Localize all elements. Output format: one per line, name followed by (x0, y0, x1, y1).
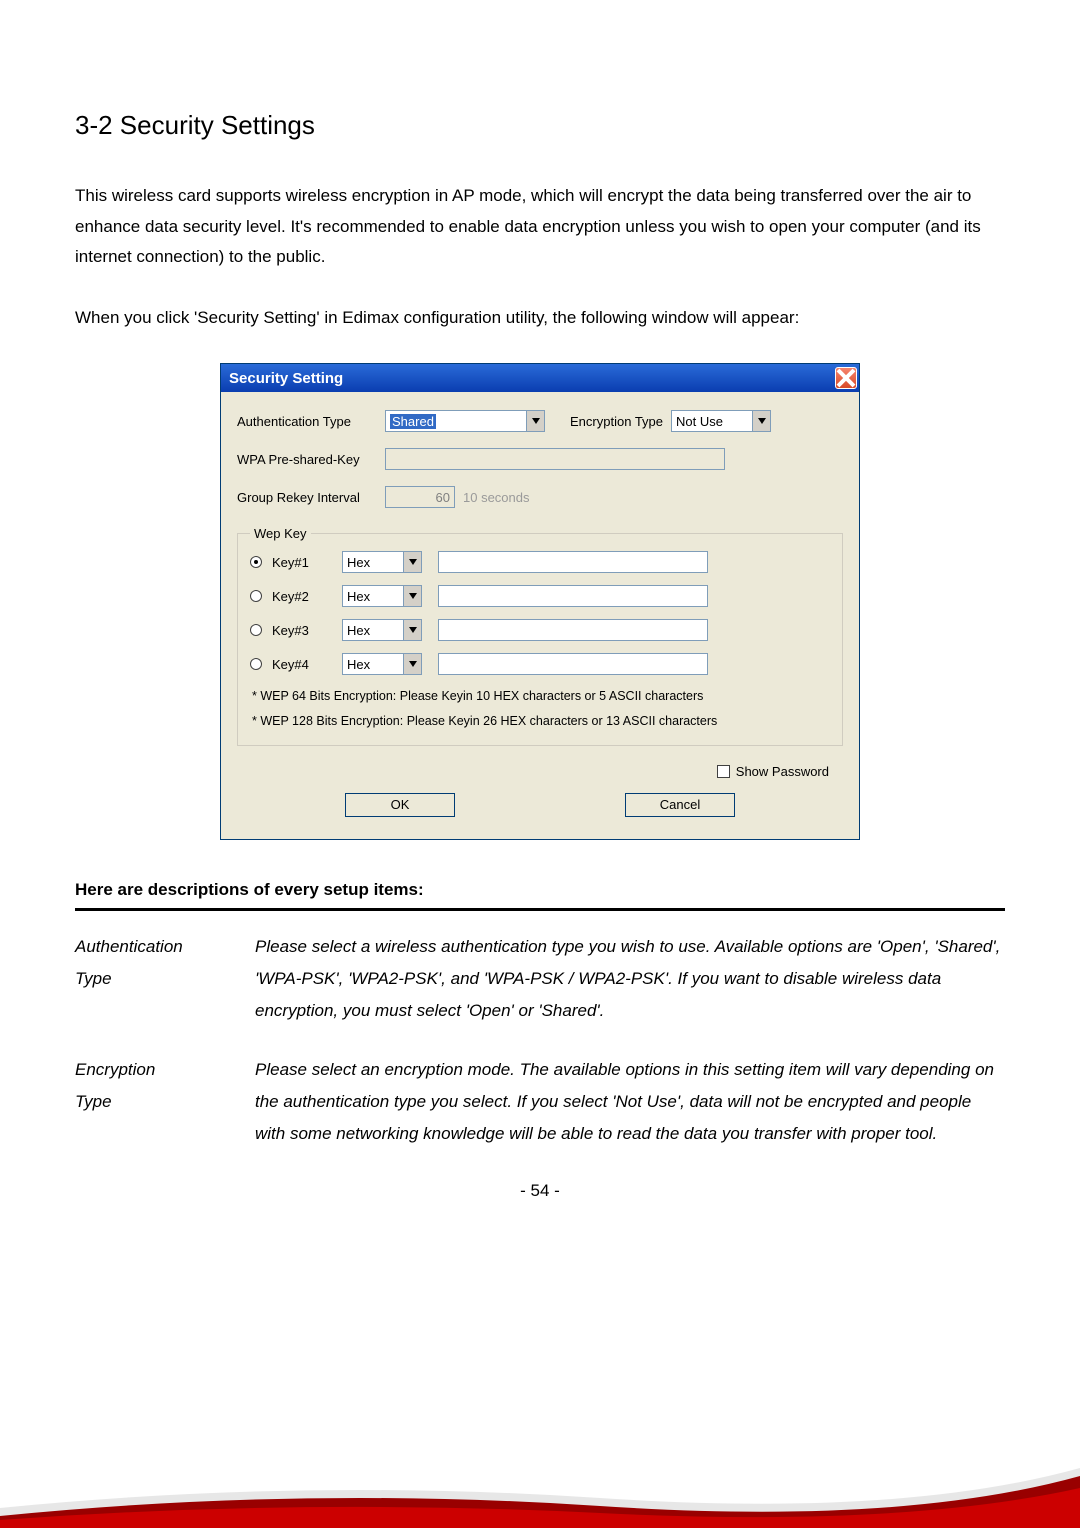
table-row: Authentication Type Please select a wire… (75, 925, 1005, 1034)
wep-row-1: Key#1 Hex (250, 551, 830, 573)
wpa-psk-input[interactable] (385, 448, 725, 470)
enc-type-value: Not Use (676, 414, 723, 429)
show-password-label: Show Password (736, 764, 829, 779)
security-setting-dialog: Security Setting Authentication Type Sha… (220, 363, 860, 840)
intro-paragraph-2: When you click 'Security Setting' in Edi… (75, 303, 1005, 334)
rekey-unit: 10 seconds (463, 490, 530, 505)
chevron-down-icon[interactable] (752, 411, 770, 431)
chevron-down-icon[interactable] (403, 586, 421, 606)
key3-label: Key#3 (272, 623, 332, 638)
auth-type-term-1: Authentication (75, 937, 183, 956)
enc-type-label: Encryption Type (553, 414, 663, 429)
enc-type-select[interactable]: Not Use (671, 410, 771, 432)
key3-format-value: Hex (347, 623, 370, 638)
chevron-down-icon[interactable] (403, 654, 421, 674)
wep-key-fieldset: Wep Key Key#1 Hex Key#2 (237, 526, 843, 746)
key4-input[interactable] (438, 653, 708, 675)
key4-format-value: Hex (347, 657, 370, 672)
key1-radio[interactable] (250, 556, 262, 568)
dialog-titlebar: Security Setting (221, 364, 859, 392)
wep-row-2: Key#2 Hex (250, 585, 830, 607)
key1-input[interactable] (438, 551, 708, 573)
wep-legend: Wep Key (250, 526, 311, 541)
wep-note-128: * WEP 128 Bits Encryption: Please Keyin … (252, 712, 830, 731)
wep-note-64: * WEP 64 Bits Encryption: Please Keyin 1… (252, 687, 830, 706)
key3-radio[interactable] (250, 624, 262, 636)
auth-type-term-2: Type (75, 969, 112, 988)
auth-type-select[interactable]: Shared (385, 410, 545, 432)
show-password-checkbox[interactable] (717, 765, 730, 778)
enc-type-term-1: Encryption (75, 1060, 155, 1079)
key3-input[interactable] (438, 619, 708, 641)
close-icon[interactable] (835, 367, 857, 389)
key2-label: Key#2 (272, 589, 332, 604)
descriptions-header: Here are descriptions of every setup ite… (75, 880, 1005, 900)
cancel-button[interactable]: Cancel (625, 793, 735, 817)
key1-label: Key#1 (272, 555, 332, 570)
footer-decoration (0, 1448, 1080, 1528)
intro-paragraph-1: This wireless card supports wireless enc… (75, 181, 1005, 273)
divider (75, 908, 1005, 911)
auth-type-definition: Please select a wireless authentication … (255, 925, 1005, 1034)
page-number: - 54 - (75, 1181, 1005, 1201)
section-title: 3-2 Security Settings (75, 110, 1005, 141)
rekey-input[interactable]: 60 (385, 486, 455, 508)
chevron-down-icon[interactable] (403, 552, 421, 572)
wep-row-3: Key#3 Hex (250, 619, 830, 641)
key1-format-value: Hex (347, 555, 370, 570)
chevron-down-icon[interactable] (403, 620, 421, 640)
key2-input[interactable] (438, 585, 708, 607)
enc-type-definition: Please select an encryption mode. The av… (255, 1048, 1005, 1157)
key3-format-select[interactable]: Hex (342, 619, 422, 641)
auth-type-label: Authentication Type (237, 414, 377, 429)
descriptions-table: Authentication Type Please select a wire… (75, 925, 1005, 1157)
key2-radio[interactable] (250, 590, 262, 602)
ok-button[interactable]: OK (345, 793, 455, 817)
table-row: Encryption Type Please select an encrypt… (75, 1048, 1005, 1157)
chevron-down-icon[interactable] (526, 411, 544, 431)
rekey-label: Group Rekey Interval (237, 490, 377, 505)
enc-type-term-2: Type (75, 1092, 112, 1111)
key2-format-select[interactable]: Hex (342, 585, 422, 607)
auth-type-value: Shared (390, 414, 436, 429)
wpa-psk-label: WPA Pre-shared-Key (237, 452, 377, 467)
key1-format-select[interactable]: Hex (342, 551, 422, 573)
key2-format-value: Hex (347, 589, 370, 604)
key4-format-select[interactable]: Hex (342, 653, 422, 675)
key4-label: Key#4 (272, 657, 332, 672)
key4-radio[interactable] (250, 658, 262, 670)
wep-row-4: Key#4 Hex (250, 653, 830, 675)
dialog-title: Security Setting (229, 370, 343, 387)
